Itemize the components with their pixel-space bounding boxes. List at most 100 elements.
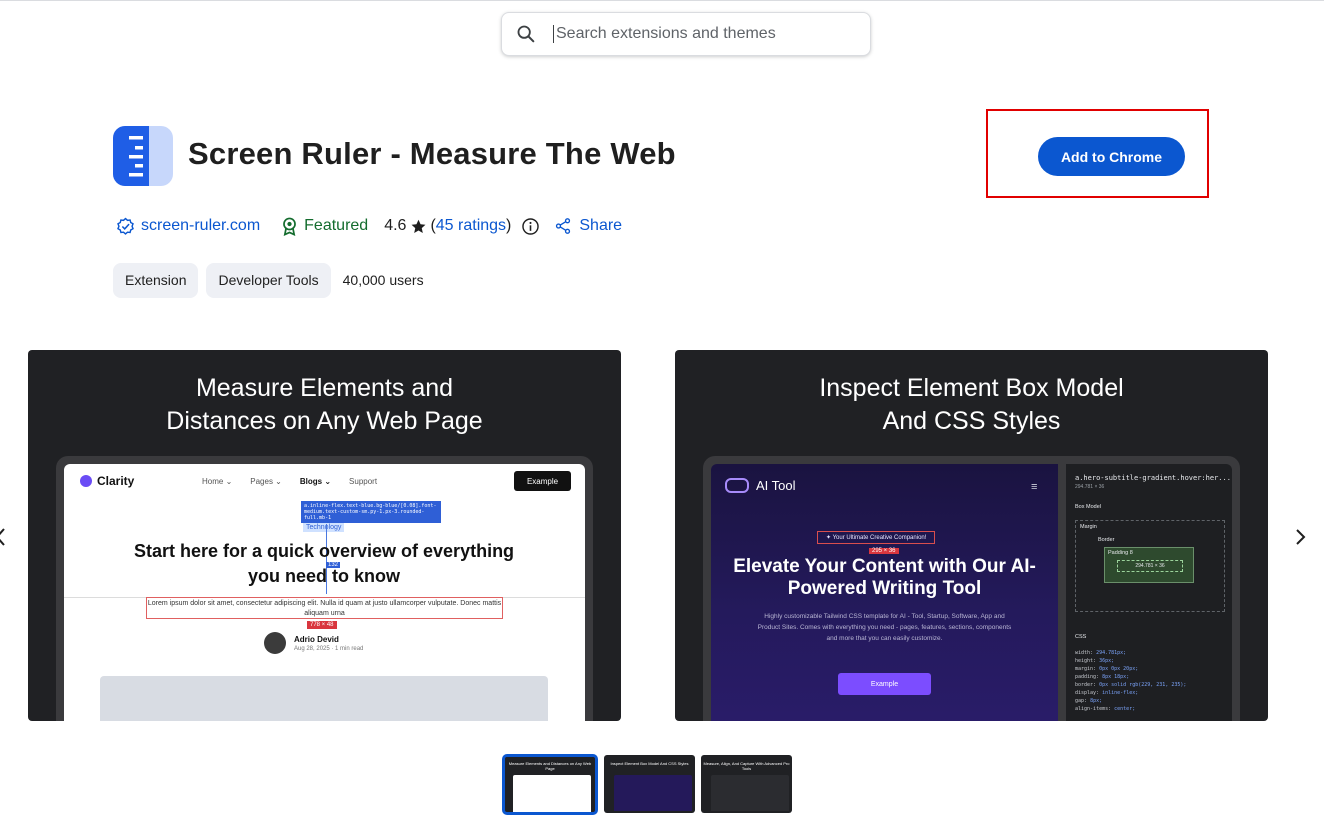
mock-tag: Technology: [303, 523, 345, 532]
mock-example-button: Example: [838, 673, 931, 695]
rating: 4.6 (45 ratings): [384, 217, 511, 235]
extension-title: Screen Ruler - Measure The Web: [188, 136, 676, 171]
extension-meta: screen-ruler.com Featured 4.6 (45 rating…: [116, 214, 622, 238]
ai-tool-logo-icon: [725, 478, 749, 493]
mock-nav-item: Pages ⌄: [250, 477, 282, 486]
mock-brand: AI Tool: [725, 478, 796, 493]
mock-author-date: Aug 28, 2025 · 1 min read: [294, 645, 364, 652]
mock-nav-item: Home ⌄: [202, 477, 233, 486]
thumbnail-2[interactable]: Inspect Element Box Model And CSS Styles: [604, 755, 695, 813]
slide-1-mock-page: Clarity Home ⌄ Pages ⌄ Blogs ⌄ Support E…: [64, 464, 585, 721]
css-value: center;: [1114, 706, 1136, 712]
mock-border-label: Border: [1098, 537, 1115, 543]
brand-logo-icon: [80, 475, 92, 487]
share-button[interactable]: Share: [554, 217, 622, 235]
screenshot-slide-1[interactable]: Measure Elements and Distances on Any We…: [28, 350, 621, 721]
featured-icon: [283, 217, 297, 236]
mock-lorem: Lorem ipsum dolor sit amet, consectetur …: [146, 597, 503, 619]
chip-developer-tools[interactable]: Developer Tools: [206, 262, 331, 298]
css-line: padding: 8px 18px;: [1075, 673, 1186, 681]
publisher-link[interactable]: screen-ruler.com: [116, 217, 260, 236]
extension-logo: [113, 126, 173, 186]
mock-image-placeholder: [100, 676, 548, 721]
mock-css-code: width: 294.781px; height: 36px; margin: …: [1075, 649, 1186, 713]
css-value: 0px solid rgb(229, 231, 235);: [1099, 682, 1187, 688]
thumbnail-title: Inspect Element Box Model And CSS Styles: [610, 761, 689, 766]
css-prop: border:: [1075, 682, 1097, 688]
css-line: align-items: center;: [1075, 705, 1186, 713]
mock-dimensions: 294.781 × 36: [1075, 484, 1105, 490]
thumbnail-3[interactable]: Measure, Align, And Capture With Advance…: [701, 755, 792, 813]
search-input[interactable]: [553, 25, 853, 43]
featured-badge[interactable]: Featured: [281, 217, 368, 236]
mock-box-model-label: Box Model: [1075, 504, 1101, 510]
css-line: display: inline-flex;: [1075, 689, 1186, 697]
slide-2-mock-browser: AI Tool ≡ ✦ Your Ultimate Creative Compa…: [703, 456, 1240, 721]
mock-headline: Elevate Your Content with Our AI-Powered…: [733, 556, 1036, 599]
mock-headline: Start here for a quick overview of every…: [133, 541, 515, 586]
thumbnail-1[interactable]: Measure Elements and Distances on Any We…: [502, 754, 598, 815]
mock-nav-item: Blogs ⌄: [299, 477, 332, 486]
share-label: Share: [579, 217, 623, 234]
css-line: margin: 0px 0px 20px;: [1075, 665, 1186, 673]
featured-label: Featured: [304, 217, 369, 234]
publisher-site: screen-ruler.com: [141, 217, 261, 234]
add-to-chrome-button[interactable]: Add to Chrome: [1038, 137, 1185, 176]
mock-author-name: Adrio Devid: [294, 634, 339, 644]
avatar: [264, 632, 286, 654]
mock-content-box: 294.781 × 36: [1117, 560, 1183, 572]
slide-1-mock-browser: Clarity Home ⌄ Pages ⌄ Blogs ⌄ Support E…: [56, 456, 593, 721]
search-bar[interactable]: [501, 12, 871, 56]
thumbnail-title: Measure Elements and Distances on Any We…: [508, 761, 592, 771]
star-icon: [412, 219, 426, 233]
css-prop: padding:: [1075, 674, 1100, 680]
css-prop: margin:: [1075, 666, 1097, 672]
rating-value: 4.6: [384, 217, 407, 234]
mock-nav-item: Support: [349, 477, 378, 486]
screenshot-slide-2[interactable]: Inspect Element Box Model And CSS Styles…: [675, 350, 1268, 721]
css-prop: height:: [1075, 658, 1097, 664]
share-icon: [556, 218, 571, 234]
mock-padding-label: Padding 8: [1108, 550, 1133, 556]
slide-2-heading-text: Inspect Element Box Model And CSS Styles: [819, 374, 1124, 435]
css-value: 8px;: [1090, 698, 1103, 704]
mock-padding-box: Padding 8 294.781 × 36: [1104, 547, 1194, 583]
carousel-prev-icon[interactable]: [0, 527, 6, 547]
mock-selector: a.hero-subtitle-gradient.hover:her...: [1075, 474, 1231, 482]
thumbnail-title: Measure, Align, And Capture With Advance…: [703, 761, 790, 771]
info-icon[interactable]: [521, 217, 540, 236]
top-divider: [0, 0, 1324, 1]
css-prop: width:: [1075, 650, 1094, 656]
mock-pill: ✦ Your Ultimate Creative Companion!: [817, 531, 936, 544]
slide-2-mock-page: AI Tool ≡ ✦ Your Ultimate Creative Compa…: [711, 464, 1232, 721]
mock-brand: Clarity: [80, 474, 134, 488]
css-value: 8px 18px;: [1102, 674, 1130, 680]
mock-brand-text: Clarity: [97, 474, 135, 488]
menu-icon: ≡: [1031, 481, 1038, 493]
thumbnail-preview: [614, 775, 692, 811]
mock-selector-tooltip: a.inline-flex.text-blue.bg-blue/[0.08].f…: [301, 501, 441, 523]
mock-author: Adrio Devid Aug 28, 2025 · 1 min read: [264, 632, 363, 654]
css-line: height: 36px;: [1075, 657, 1186, 665]
mock-hero: AI Tool ≡ ✦ Your Ultimate Creative Compa…: [711, 464, 1058, 721]
mock-inspector-panel: a.hero-subtitle-gradient.hover:her... 29…: [1066, 464, 1232, 721]
mock-example-button: Example: [514, 471, 571, 491]
thumbnail-strip: Measure Elements and Distances on Any We…: [502, 754, 792, 815]
mock-size-badge: 778 × 48: [307, 621, 337, 629]
css-value: 36px;: [1099, 658, 1115, 664]
mock-nav: Home ⌄ Pages ⌄ Blogs ⌄ Support: [202, 477, 377, 486]
css-value: 294.781px;: [1096, 650, 1127, 656]
search-icon: [515, 23, 537, 45]
mock-brand-text: AI Tool: [756, 478, 796, 493]
rating-close-paren: ): [506, 217, 512, 234]
ratings-link[interactable]: 45 ratings: [436, 217, 506, 235]
css-line: gap: 8px;: [1075, 697, 1186, 705]
mock-subtitle: Highly customizable Tailwind CSS templat…: [757, 613, 1012, 642]
category-chips: Extension Developer Tools 40,000 users: [113, 262, 424, 298]
css-value: inline-flex;: [1102, 690, 1139, 696]
chip-extension[interactable]: Extension: [113, 262, 199, 298]
css-line: width: 294.781px;: [1075, 649, 1186, 657]
carousel-next-icon[interactable]: [1290, 527, 1310, 547]
css-line: border: 0px solid rgb(229, 231, 235);: [1075, 681, 1186, 689]
thumbnail-preview: [513, 775, 591, 812]
